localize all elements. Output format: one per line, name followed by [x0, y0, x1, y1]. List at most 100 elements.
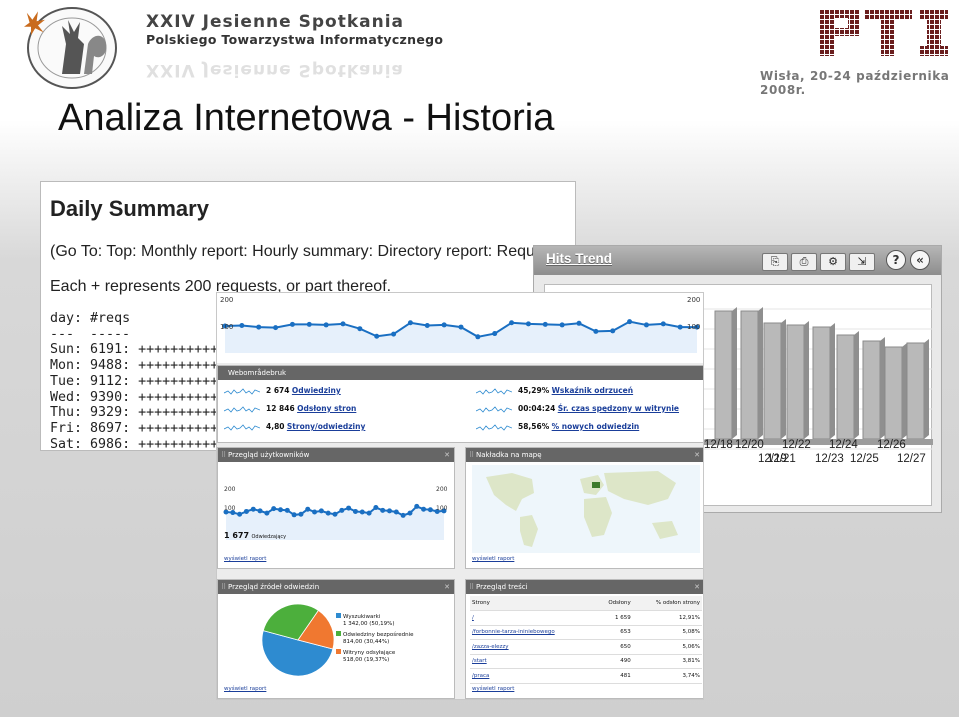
content-view-report-link[interactable]: wyświetl raport [472, 686, 514, 692]
copy-icon[interactable]: ⎘ [762, 253, 788, 271]
daily-day: Sun: [50, 342, 83, 358]
drag-handle-icon[interactable]: ⠿ [221, 448, 226, 462]
trend-point [323, 322, 329, 328]
hits-x-label: 12/27 [897, 453, 926, 465]
daily-row: Sat: 6986: ++++++++++ [50, 436, 219, 451]
trend-point [421, 506, 427, 512]
daily-bar: ++++++++++ [138, 373, 219, 389]
content-page[interactable]: /forbonnie-tarza-ininiebowego [470, 625, 595, 640]
daily-row: Sun: 6191: ++++++++++ [50, 342, 218, 357]
trend-point [627, 319, 633, 325]
conference-title-line2: Polskiego Towarzystwa Informatycznego [146, 32, 444, 47]
world-map[interactable] [472, 465, 700, 553]
close-icon[interactable]: ✕ [694, 448, 700, 462]
daily-day: Mon: [50, 358, 83, 374]
print-icon[interactable]: ⎙ [791, 253, 817, 271]
sparkline [476, 424, 512, 431]
table-row: /zazza-elezzy 650 5,06% [470, 639, 702, 655]
sources-view-report-link[interactable]: wyświetl raport [224, 686, 266, 692]
daily-bar: ++++++++++ [138, 436, 219, 451]
trend-point [414, 503, 420, 509]
collapse-icon[interactable]: « [910, 250, 930, 270]
table-row: /forbonnie-tarza-ininiebowego 653 5,08% [470, 625, 702, 640]
close-icon[interactable]: ✕ [444, 448, 450, 462]
metric-link[interactable]: % nowych odwiedzin [552, 422, 640, 431]
hits-bar [906, 342, 925, 440]
usage-metric: 58,56% % nowych odwiedzin [518, 422, 639, 431]
trend-point [643, 322, 649, 328]
trend-point [380, 507, 386, 513]
site-usage-panel: Webområdebruk 2 674 Odwiedziny 12 846 Ods… [217, 365, 703, 443]
content-views: 650 [594, 639, 633, 655]
trend-point [264, 510, 270, 516]
daily-row: Wed: 9390: ++++++++++ [50, 390, 218, 405]
site-usage-title: Webområdebruk [228, 369, 287, 377]
pie-legend-item: Wyszukiwarki 1 342,00 (50,19%) [336, 613, 395, 628]
trend-point [393, 509, 399, 515]
hits-x-label: 12/21 [767, 453, 796, 465]
daily-summary-goto-links[interactable]: (Go To: Top: Monthly report: Hourly summ… [50, 243, 575, 261]
trend-point [458, 324, 464, 330]
hits-x-label: 12/20 [735, 439, 764, 451]
trend-point [352, 508, 358, 514]
visitors-mid-label-right: 100 [436, 505, 448, 512]
trend-point [237, 511, 243, 517]
trend-point [475, 334, 481, 340]
metric-value: 12 846 [266, 404, 295, 413]
analytics-dashboard: 200 100 200 100 Webområdebruk 2 674 Odwi… [216, 292, 704, 700]
hits-x-label: 12/18 [704, 439, 733, 451]
daily-bar: ++++++++++ [138, 342, 219, 358]
visits-trend-line [222, 319, 700, 353]
sparkline [476, 388, 512, 395]
settings-icon[interactable]: ⚙ [820, 253, 846, 271]
hits-bar [862, 340, 881, 440]
hits-bar [786, 324, 805, 440]
close-icon[interactable]: ✕ [694, 580, 700, 594]
daily-day: Fri: [50, 420, 83, 436]
trend-point [256, 324, 262, 330]
visitors-view-report-link[interactable]: wyświetl raport [224, 556, 266, 562]
map-overlay-header: ⠿ Nakładka na mapę ✕ [466, 448, 703, 462]
trend-point [250, 506, 256, 512]
daily-row: Mon: 9488: ++++++++++ [50, 358, 218, 373]
metric-link[interactable]: Strony/odwiedziny [287, 422, 365, 431]
legend-name: Odwiedziny bezpośrednie [343, 632, 414, 638]
daily-reqs: 9390: [90, 389, 131, 405]
trend-point [312, 509, 318, 515]
content-page[interactable]: / [470, 610, 595, 626]
metric-value: 58,56% [518, 422, 550, 431]
daily-summary-table: day: #reqs --- ----- Sun: 6191: ++++++++… [50, 311, 219, 451]
legend-value: 1 342,00 (50,19%) [343, 621, 395, 627]
usage-metric: 2 674 Odwiedziny [266, 386, 341, 395]
drag-handle-icon[interactable]: ⠿ [221, 580, 226, 594]
drag-handle-icon[interactable]: ⠿ [469, 448, 474, 462]
content-page[interactable]: /start [470, 654, 595, 669]
daily-bar: ++++++++++ [138, 405, 219, 421]
trend-point [339, 507, 345, 513]
trend-point [273, 325, 279, 331]
map-view-report-link[interactable]: wyświetl raport [472, 556, 514, 562]
trend-point [576, 320, 582, 326]
legend-swatch [336, 649, 341, 654]
drag-handle-icon[interactable]: ⠿ [469, 580, 474, 594]
hits-bar [884, 346, 903, 440]
trend-point [318, 508, 324, 514]
help-icon[interactable]: ? [886, 250, 906, 270]
metric-link[interactable]: Śr. czas spędzony w witrynie [558, 404, 679, 413]
hits-trend-title[interactable]: Hits Trend [546, 251, 612, 266]
slide-title: Analiza Internetowa - Historia [58, 97, 555, 139]
metric-link[interactable]: Odwiedziny [292, 386, 341, 395]
metric-value: 4,80 [266, 422, 285, 431]
content-page[interactable]: /praca [470, 668, 595, 684]
trend-point [357, 326, 363, 332]
trend-point [284, 507, 290, 513]
metric-value: 00:04:24 [518, 404, 556, 413]
content-page[interactable]: /zazza-elezzy [470, 639, 595, 655]
metric-link[interactable]: Odsłony stron [297, 404, 356, 413]
metric-link[interactable]: Wskaźnik odrzuceń [552, 386, 633, 395]
trend-point [492, 331, 498, 337]
table-row: /1 659 12,91% [470, 610, 702, 626]
export-icon[interactable]: ⇲ [849, 253, 875, 271]
table-row: /start 490 3,81% [470, 654, 702, 669]
close-icon[interactable]: ✕ [444, 580, 450, 594]
